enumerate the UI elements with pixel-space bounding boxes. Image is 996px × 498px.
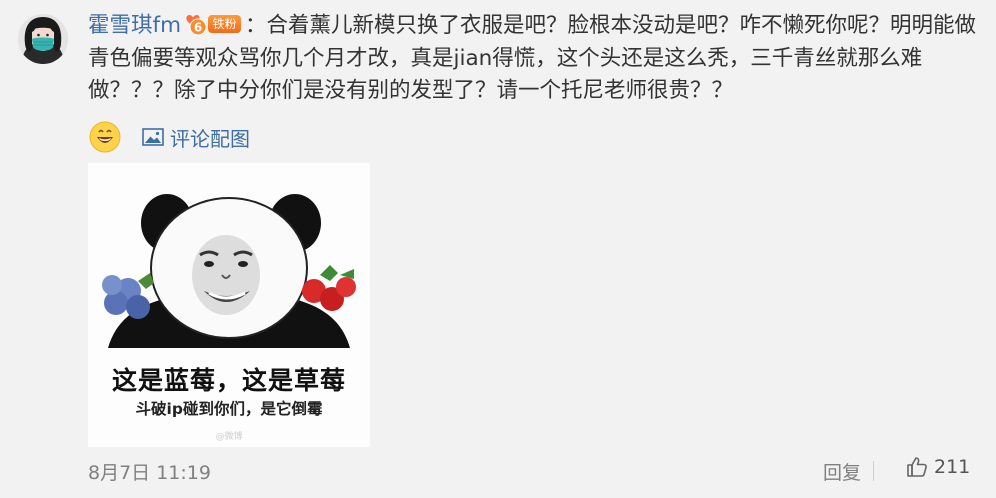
smiley-face-icon[interactable] xyxy=(88,120,122,154)
attached-meme-image[interactable]: 这是蓝莓，这是草莓 斗破ip碰到你们，是它倒霉 @微博 xyxy=(88,163,370,447)
username-colon: ： xyxy=(245,13,267,38)
footer-divider xyxy=(873,461,874,481)
image-icon xyxy=(142,128,164,146)
comment-toolbar: 评论配图 xyxy=(88,120,250,154)
reply-button[interactable]: 回复 xyxy=(823,458,861,485)
thumbs-up-icon xyxy=(907,457,927,477)
username-link[interactable]: 霍雪琪fm xyxy=(88,13,181,38)
comment-footer: 8月7日 11:19 回复 211 xyxy=(88,456,980,485)
meme-caption-main: 这是蓝莓，这是草莓 xyxy=(111,366,346,395)
fan-badge-label: 铁粉 xyxy=(208,15,242,33)
meme-caption-sub: 斗破ip碰到你们，是它倒霉 xyxy=(135,400,323,418)
fan-badge[interactable]: 6 铁粉 xyxy=(183,12,243,36)
like-button[interactable]: 211 xyxy=(906,456,970,478)
image-comment-button[interactable]: 评论配图 xyxy=(142,123,250,152)
like-count: 211 xyxy=(934,456,971,478)
fan-badge-level: 6 xyxy=(194,21,202,35)
meme-watermark: @微博 xyxy=(215,432,243,442)
comment-timestamp: 8月7日 11:19 xyxy=(88,462,211,484)
panda-meme-illustration xyxy=(102,194,356,348)
avatar[interactable] xyxy=(18,14,68,64)
fan-badge-icon: 6 xyxy=(186,15,207,36)
image-comment-label: 评论配图 xyxy=(170,126,250,151)
comment-body: 霍雪琪fm 6 铁粉 ：合着薰儿新模只换了衣服是吧？脸根本没动是吧？咋不懒死你呢？明明… xyxy=(88,10,988,108)
